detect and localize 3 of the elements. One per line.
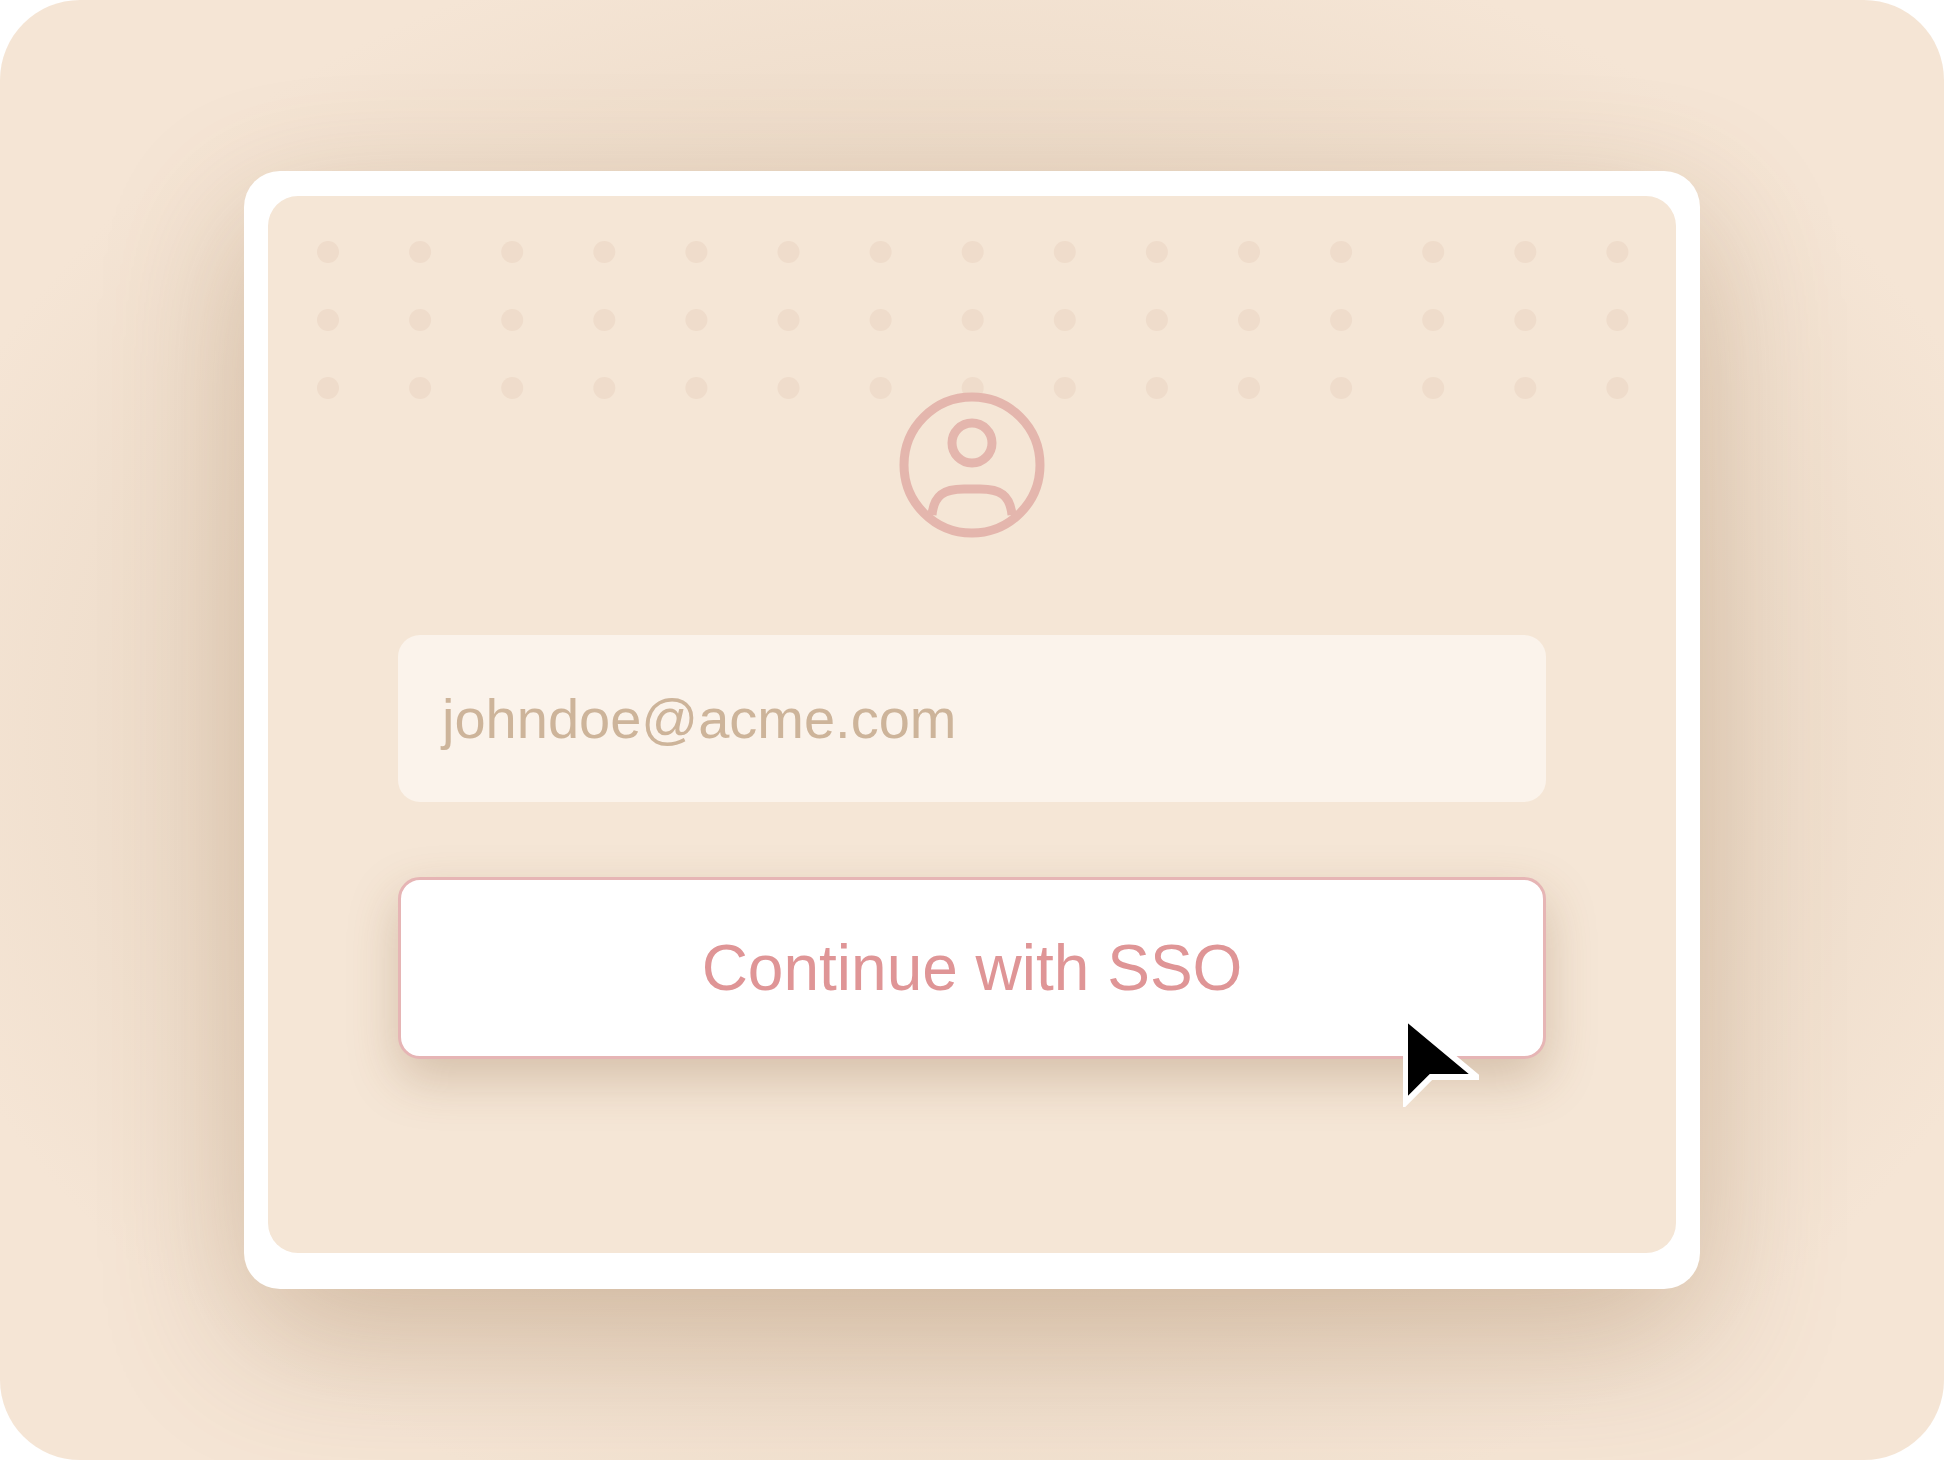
- user-icon: [898, 391, 1046, 539]
- email-field[interactable]: johndoe@acme.com: [398, 635, 1546, 802]
- sso-button[interactable]: Continue with SSO: [398, 877, 1546, 1059]
